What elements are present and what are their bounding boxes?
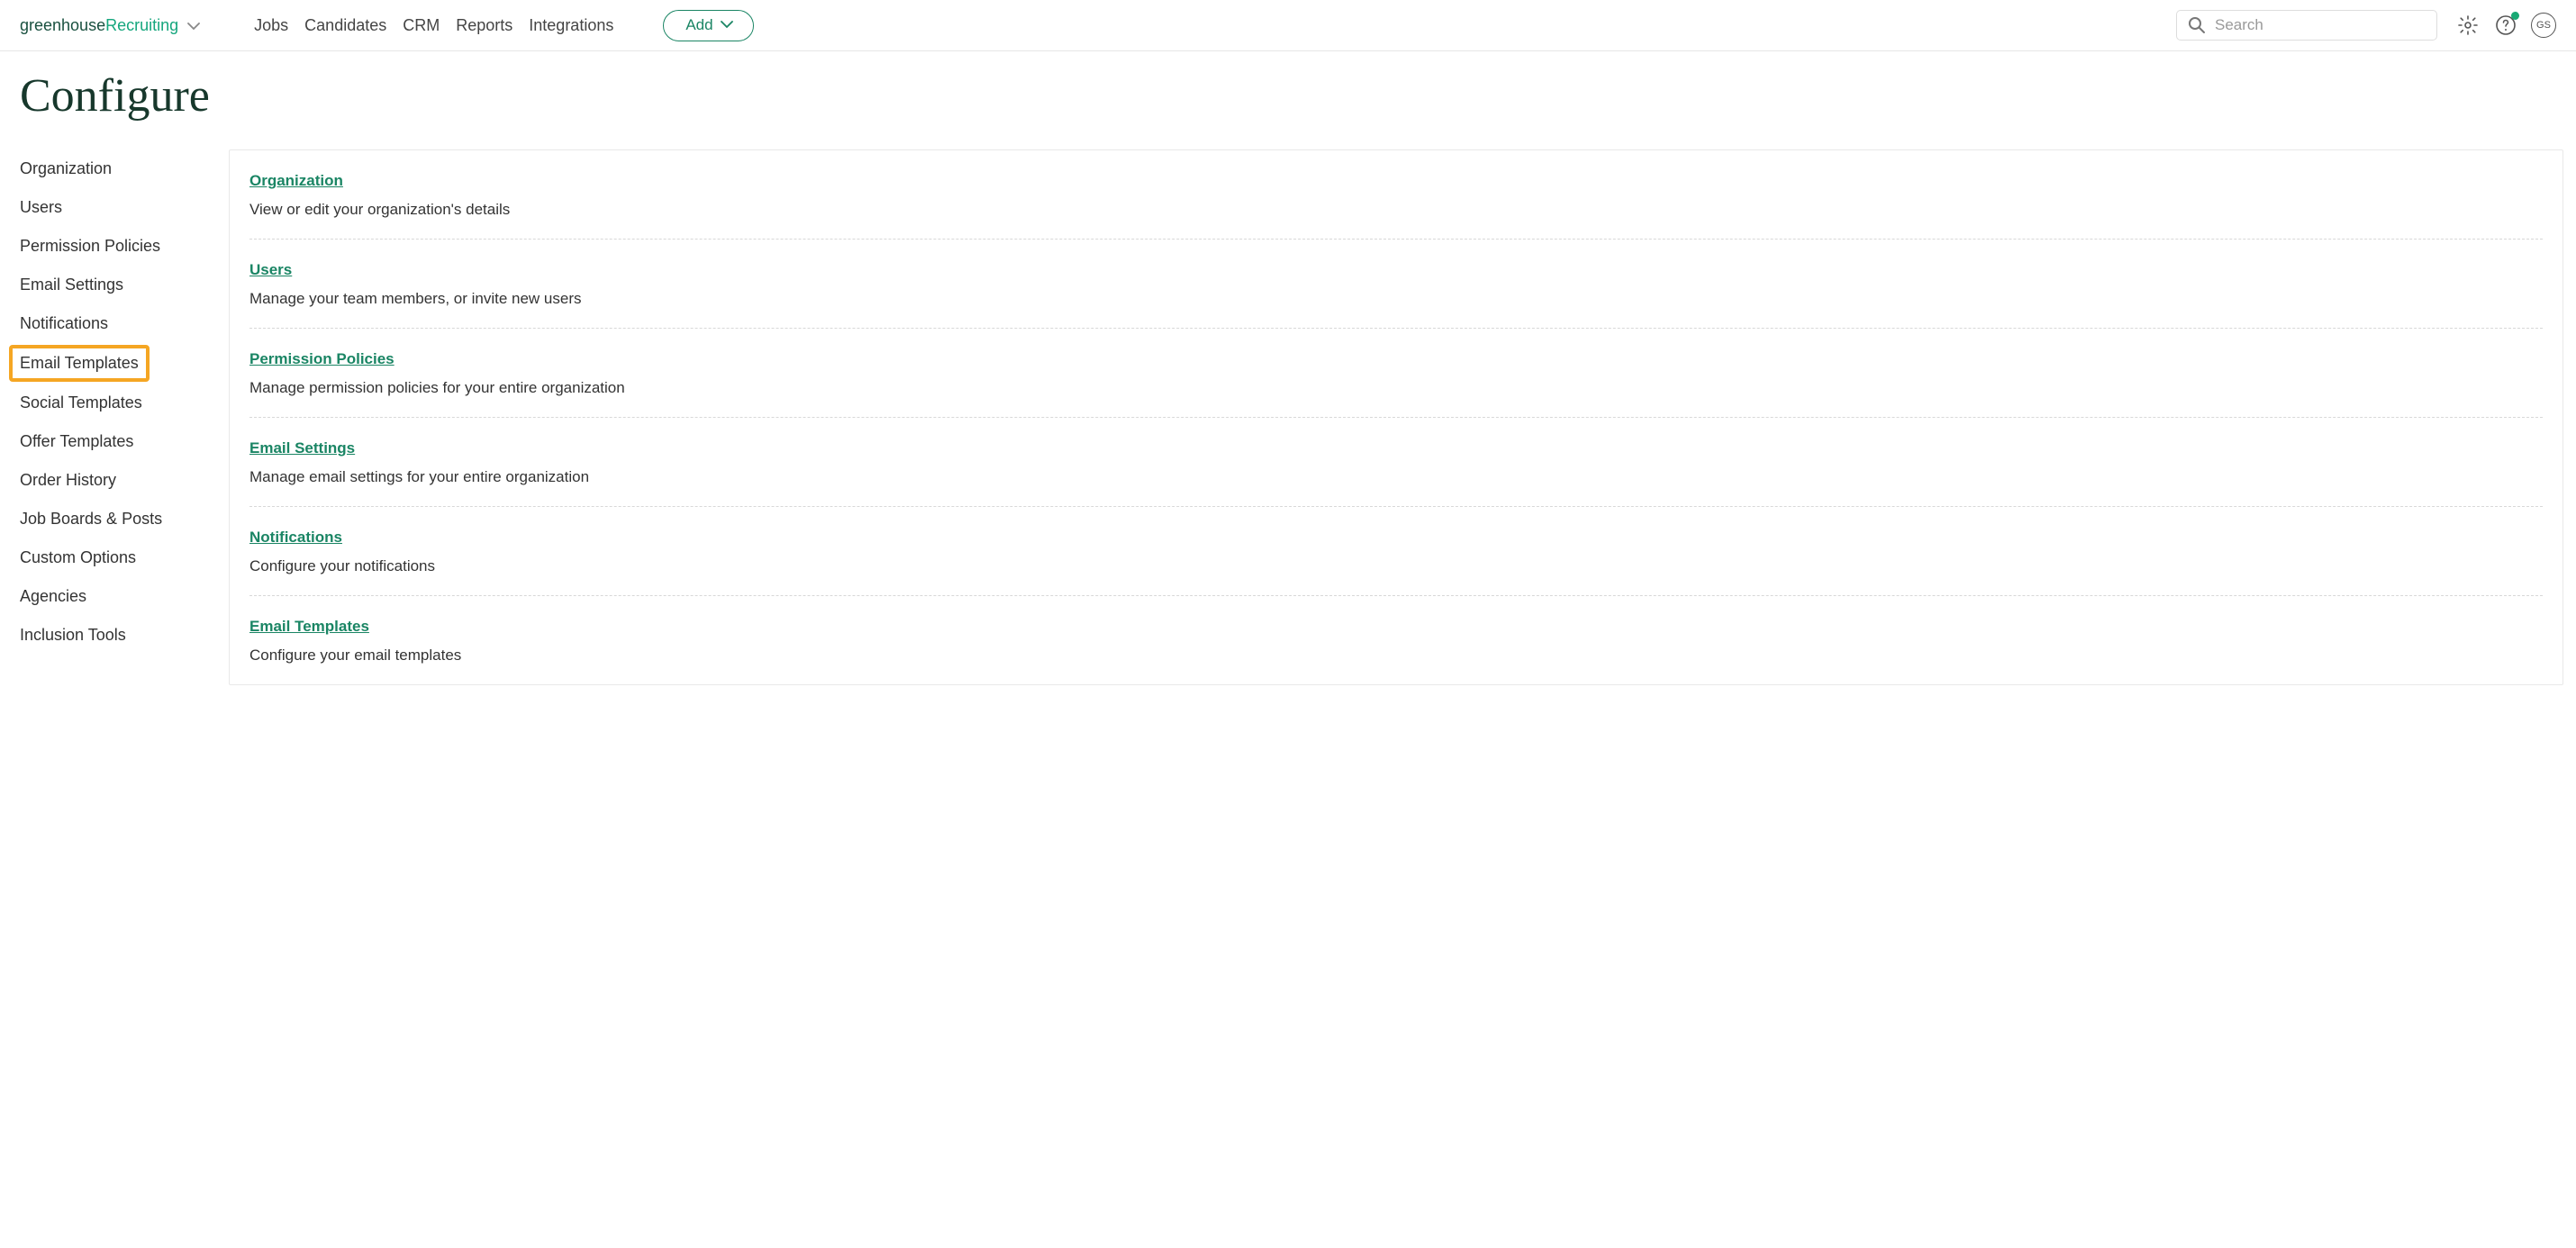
sidebar-item-agencies[interactable]: Agencies <box>20 577 225 616</box>
section-notifications: Notifications Configure your notificatio… <box>249 507 2543 596</box>
chevron-down-icon[interactable] <box>187 22 200 31</box>
section-link-users[interactable]: Users <box>249 261 292 278</box>
sidebar-item-email-settings[interactable]: Email Settings <box>20 266 225 304</box>
page-title: Configure <box>0 51 2576 149</box>
section-email-templates: Email Templates Configure your email tem… <box>249 596 2543 684</box>
topbar: greenhouse Recruiting Jobs Candidates CR… <box>0 0 2576 51</box>
sidebar-item-organization[interactable]: Organization <box>20 149 225 188</box>
nav-integrations[interactable]: Integrations <box>529 16 613 35</box>
section-permission-policies: Permission Policies Manage permission po… <box>249 329 2543 418</box>
avatar-initials: GS <box>2536 20 2551 31</box>
sidebar-item-notifications[interactable]: Notifications <box>20 304 225 343</box>
section-link-notifications[interactable]: Notifications <box>249 529 342 546</box>
sidebar-item-users[interactable]: Users <box>20 188 225 227</box>
section-link-organization[interactable]: Organization <box>249 172 343 189</box>
search-input[interactable] <box>2215 16 2426 34</box>
sidebar-item-inclusion-tools[interactable]: Inclusion Tools <box>20 616 225 655</box>
section-link-email-templates[interactable]: Email Templates <box>249 618 369 635</box>
nav-candidates[interactable]: Candidates <box>304 16 386 35</box>
section-desc: Manage permission policies for your enti… <box>249 379 2543 397</box>
section-email-settings: Email Settings Manage email settings for… <box>249 418 2543 507</box>
nav-jobs[interactable]: Jobs <box>254 16 288 35</box>
search-icon <box>2188 16 2206 34</box>
section-desc: Manage email settings for your entire or… <box>249 468 2543 486</box>
nav-reports[interactable]: Reports <box>456 16 512 35</box>
add-button[interactable]: Add <box>663 10 753 41</box>
top-icons: GS <box>2455 13 2556 38</box>
sidebar-item-custom-options[interactable]: Custom Options <box>20 538 225 577</box>
sidebar-item-permission-policies[interactable]: Permission Policies <box>20 227 225 266</box>
notification-dot <box>2511 12 2519 20</box>
sidebar-item-email-templates[interactable]: Email Templates <box>9 345 150 382</box>
primary-nav: Jobs Candidates CRM Reports Integrations <box>254 16 613 35</box>
sidebar-item-job-boards-posts[interactable]: Job Boards & Posts <box>20 500 225 538</box>
section-desc: Configure your email templates <box>249 647 2543 665</box>
section-link-email-settings[interactable]: Email Settings <box>249 439 355 457</box>
chevron-down-icon <box>721 21 733 29</box>
search-box[interactable] <box>2176 10 2437 41</box>
section-organization: Organization View or edit your organizat… <box>249 150 2543 240</box>
section-users: Users Manage your team members, or invit… <box>249 240 2543 329</box>
help-icon[interactable] <box>2493 13 2518 38</box>
add-button-label: Add <box>685 16 712 34</box>
section-desc: Manage your team members, or invite new … <box>249 290 2543 308</box>
main-panel: Organization View or edit your organizat… <box>229 149 2563 685</box>
section-desc: View or edit your organization's details <box>249 201 2543 219</box>
logo[interactable]: greenhouse Recruiting <box>20 16 200 35</box>
sidebar-item-order-history[interactable]: Order History <box>20 461 225 500</box>
sidebar-item-social-templates[interactable]: Social Templates <box>20 384 225 422</box>
avatar[interactable]: GS <box>2531 13 2556 38</box>
settings-icon[interactable] <box>2455 13 2481 38</box>
sidebar-item-offer-templates[interactable]: Offer Templates <box>20 422 225 461</box>
section-link-permission-policies[interactable]: Permission Policies <box>249 350 395 367</box>
nav-crm[interactable]: CRM <box>403 16 440 35</box>
section-desc: Configure your notifications <box>249 557 2543 575</box>
logo-text-greenhouse: greenhouse <box>20 16 105 35</box>
logo-text-recruiting: Recruiting <box>105 16 178 35</box>
sidebar: Organization Users Permission Policies E… <box>0 149 225 685</box>
content-area: Organization Users Permission Policies E… <box>0 149 2576 685</box>
